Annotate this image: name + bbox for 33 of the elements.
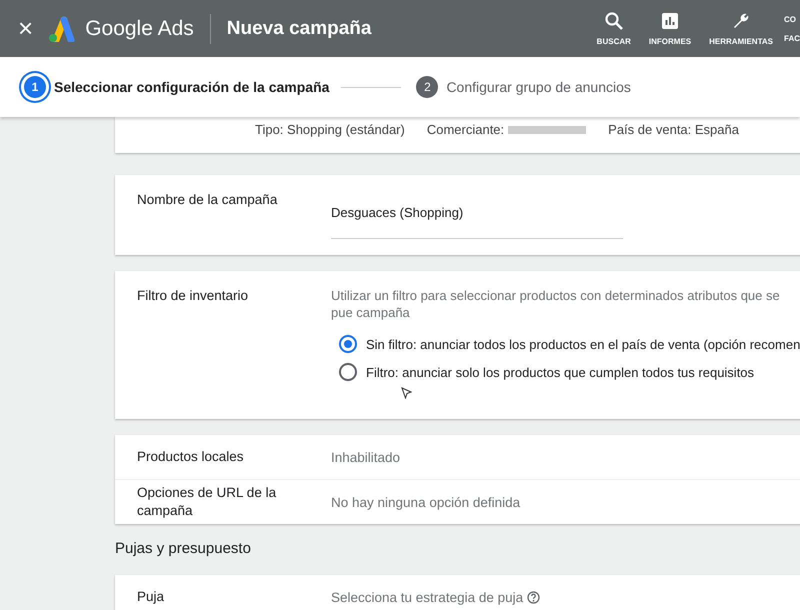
toolbar-button[interactable]: HERRAMIENTAS xyxy=(700,11,782,46)
field-label: Puja xyxy=(137,588,166,606)
brand-name: Google Ads xyxy=(85,14,211,44)
radio-button[interactable] xyxy=(339,363,357,381)
summary-text: Comerciante: xyxy=(426,121,504,139)
summary-text: País de venta: España xyxy=(608,121,739,139)
field-label: Productos locales xyxy=(137,448,245,466)
summary-text: Tipo: Shopping (estándar) xyxy=(255,121,405,139)
field-value: Inhabilitado xyxy=(331,450,400,464)
field-label: Filtro de inventario xyxy=(137,287,250,305)
bar-chart-icon xyxy=(660,11,680,31)
close-button[interactable]: × xyxy=(14,13,38,44)
step-number: 1 xyxy=(24,76,46,98)
step-tab[interactable]: 2 Configurar grupo de anuncios xyxy=(416,76,631,98)
page-title: Nueva campaña xyxy=(226,18,372,40)
toolbar-button[interactable]: INFORMES xyxy=(640,11,700,46)
field-label: Opciones de URL de la campaña xyxy=(137,484,278,520)
description-text: Utilizar un filtro para seleccionar productos con determinados atributos que se pue campaña xyxy=(331,287,781,321)
step-tab[interactable]: 1 Seleccionar configuración de la campaña xyxy=(24,76,330,98)
radio-option[interactable]: Filtro: anunciar solo los productos que cumplen todos tus requisitos xyxy=(339,363,800,381)
field-value: Selecciona tu estrategia de puja xyxy=(331,590,524,604)
step-number: 2 xyxy=(416,76,438,98)
toolbar-button[interactable]: BUSCAR xyxy=(588,11,640,46)
field-value: No hay ninguna opción definida xyxy=(331,494,520,510)
cursor-icon xyxy=(401,387,413,399)
search-icon xyxy=(604,11,624,31)
radio-option[interactable]: Sin filtro: anunciar todos los productos en el país de venta (opción recomen xyxy=(339,335,800,353)
toolbar-label: CO xyxy=(784,14,797,24)
field-label: Nombre de la campaña xyxy=(137,191,278,209)
section-title: Pujas y presupuesto xyxy=(115,540,252,557)
radio-button[interactable] xyxy=(339,335,357,353)
help-icon[interactable] xyxy=(527,590,540,604)
toolbar-label: FAC xyxy=(784,34,800,42)
